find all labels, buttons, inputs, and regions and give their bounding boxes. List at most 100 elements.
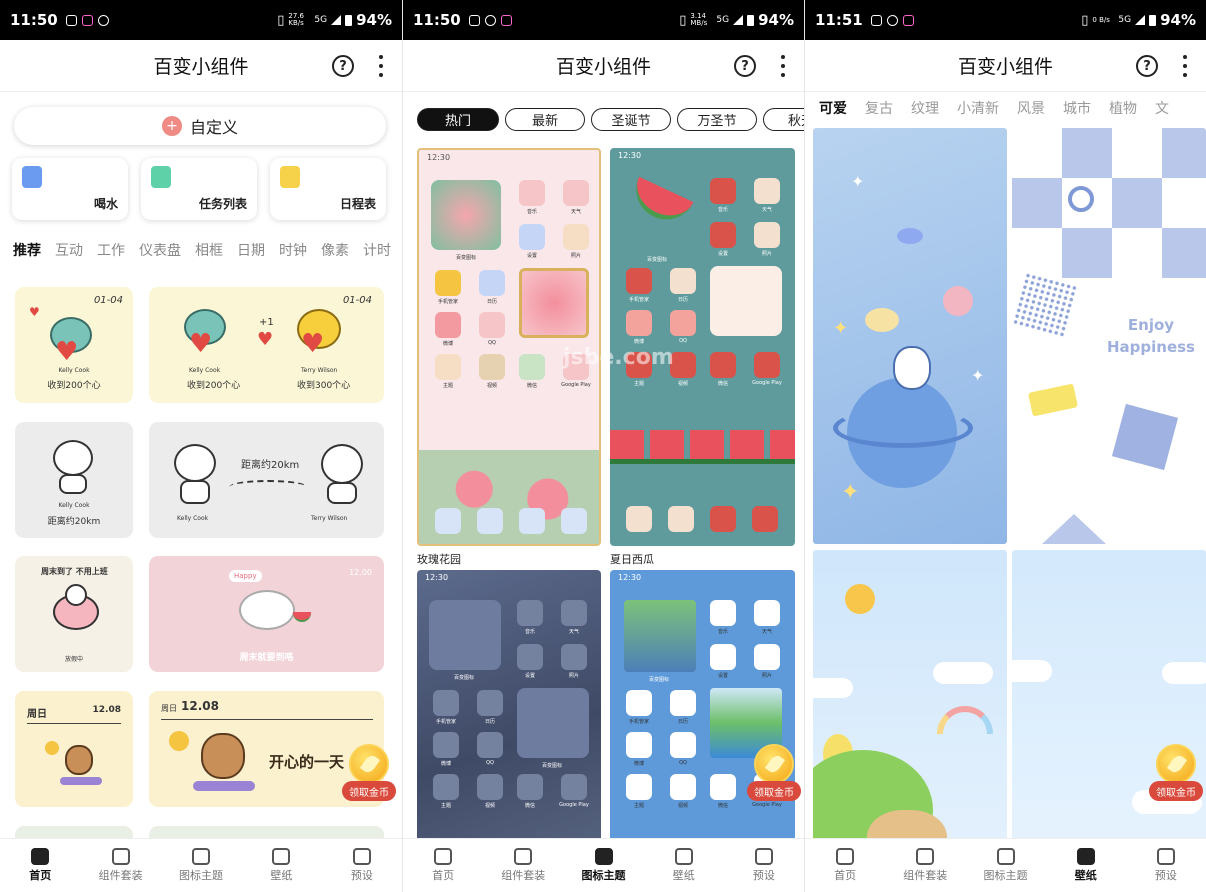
widget-distance-small[interactable]: Kelly Cook 距离约20km (15, 422, 133, 538)
tab-date[interactable]: 日期 (237, 240, 265, 268)
tab-plants[interactable]: 植物 (1109, 98, 1137, 118)
music-app-icon (519, 180, 545, 206)
divider (27, 723, 121, 724)
tab-clock[interactable]: 时钟 (279, 240, 307, 268)
icon-label: 照片 (761, 251, 772, 257)
tab-interactive[interactable]: 互动 (55, 240, 83, 268)
nav-icon-themes[interactable]: 图标主题 (965, 839, 1045, 892)
widget-heart-double[interactable]: 01-04 ♥ +1 ♥ ♥ Kelly Cook 收到200个心 Terry … (149, 287, 384, 403)
tab-recommend[interactable]: 推荐 (13, 240, 41, 268)
nav-wallpaper[interactable]: 壁纸 (1046, 839, 1126, 892)
quick-card-water[interactable]: 喝水 (12, 158, 128, 220)
nav-presets[interactable]: 预设 (1126, 839, 1206, 892)
claim-coins-button[interactable]: 领取金币 (747, 744, 801, 802)
more-vert-icon[interactable] (1182, 55, 1188, 77)
wallpaper-sunny-sky[interactable] (813, 550, 1007, 850)
nav-home[interactable]: 首页 (0, 839, 80, 892)
nav-home[interactable]: 首页 (805, 839, 885, 892)
widget-weekend[interactable]: 周末到了 不用上班 放假中 (15, 556, 133, 672)
nav-widget-kits[interactable]: 组件套装 (80, 839, 160, 892)
widget-bear-small[interactable]: 周日 12.08 (15, 691, 133, 807)
claim-coins-button[interactable]: 领取金币 (1149, 744, 1203, 802)
crane-widget (624, 600, 696, 672)
net-speed: 27.6 KB/s (288, 12, 304, 27)
tab-text[interactable]: 文 (1155, 98, 1169, 118)
chip-halloween[interactable]: 万圣节 (677, 108, 757, 131)
icon-label: 微信 (526, 383, 537, 389)
more-vert-icon[interactable] (378, 55, 384, 77)
screen-icon-themes: 11:50 ▯ 3.14 MB/s 5G 94% 百变小组件 ? 热门 最新 圣… (402, 0, 804, 892)
help-circle-icon[interactable]: ? (734, 55, 756, 77)
nav-icon-themes[interactable]: 图标主题 (161, 839, 241, 892)
widget-label: 百变图标 (455, 255, 476, 261)
home-icon (31, 848, 50, 865)
nav-wallpaper[interactable]: 壁纸 (644, 839, 724, 892)
tab-scenery[interactable]: 风景 (1017, 98, 1045, 118)
wallpaper-space[interactable]: ✦ ✦ ✦ ✦ (813, 128, 1007, 544)
cloud-icon (933, 662, 993, 684)
coin-icon (754, 744, 794, 784)
home-icon (836, 848, 855, 865)
quick-card-label: 任务列表 (198, 197, 247, 211)
nav-home[interactable]: 首页 (403, 839, 483, 892)
tab-retro[interactable]: 复古 (865, 98, 893, 118)
widget-kit-icon (111, 848, 130, 865)
nav-widget-kits[interactable]: 组件套装 (483, 839, 563, 892)
theme-card-blue-landscape[interactable]: 12:30 百变图标 音乐 天气 设置 照片 手机管家 日历 微博 QQ 主题 … (610, 570, 795, 850)
help-circle-icon[interactable]: ? (332, 55, 354, 77)
settings-app-icon (519, 224, 545, 250)
icon-label: 手机管家 (435, 719, 456, 725)
sun-icon (169, 731, 189, 751)
avatar (65, 584, 87, 606)
tab-fresh[interactable]: 小清新 (957, 98, 999, 118)
preset-icon (754, 848, 773, 865)
tab-dashboard[interactable]: 仪表盘 (139, 240, 181, 268)
more-vert-icon[interactable] (780, 55, 786, 77)
signal-icon (733, 15, 744, 25)
tab-frame[interactable]: 相框 (195, 240, 223, 268)
tab-texture[interactable]: 纹理 (911, 98, 939, 118)
tab-city[interactable]: 城市 (1063, 98, 1091, 118)
bear-illustration (201, 733, 245, 779)
nav-presets[interactable]: 预设 (724, 839, 804, 892)
phone-manager-app-icon (626, 690, 652, 716)
wechat-app-icon (710, 352, 736, 378)
widget-distance-double[interactable]: 距离约20km Kelly Cook Terry Wilson (149, 422, 384, 538)
chip-autumn[interactable]: 秋天 (763, 108, 804, 131)
nav-icon-themes[interactable]: 图标主题 (563, 839, 643, 892)
widget-label: 百变图标 (541, 763, 562, 769)
nav-presets[interactable]: 预设 (322, 839, 402, 892)
tab-pixel[interactable]: 像素 (321, 240, 349, 268)
widget-happy-weekend[interactable]: Happy 12.00 周末就要到咯 (149, 556, 384, 672)
video-app-icon (477, 774, 503, 800)
heart-icon: ♥ (301, 329, 325, 359)
calendar-app-icon (670, 690, 696, 716)
signal-icon (1135, 15, 1146, 25)
quick-card-schedule[interactable]: 日程表 (270, 158, 386, 220)
wallpaper-cloud-sky[interactable] (1012, 550, 1206, 850)
custom-widget-button[interactable]: + 自定义 (14, 107, 386, 145)
icon-label: QQ (486, 760, 494, 766)
widget-heart-small[interactable]: 01-04 ♥ ♥ Kelly Cook 收到200个心 (15, 287, 133, 403)
theme-card-dark-floral[interactable]: 12:30 百变图标 音乐 天气 设置 照片 手机管家 日历 百变图标 微博 Q… (417, 570, 601, 850)
heart-icon: ♥ (189, 329, 213, 359)
tab-cute[interactable]: 可爱 (819, 98, 847, 118)
weather-app-icon (754, 178, 780, 204)
wallpaper-checker[interactable]: Enjoy Happiness (1012, 128, 1206, 544)
wechat-app-icon (519, 354, 545, 380)
help-circle-icon[interactable]: ? (1136, 55, 1158, 77)
nav-widget-kits[interactable]: 组件套装 (885, 839, 965, 892)
claim-coins-button[interactable]: 领取金币 (342, 744, 396, 802)
weibo-app-icon (626, 310, 652, 336)
rose-frame-widget (519, 268, 589, 338)
status-bar: 11:50 ▯ 3.14 MB/s 5G 94% (403, 0, 804, 40)
nav-wallpaper[interactable]: 壁纸 (241, 839, 321, 892)
chip-christmas[interactable]: 圣诞节 (591, 108, 671, 131)
notification-icon (886, 14, 898, 26)
tab-timer[interactable]: 计时 (363, 240, 391, 268)
chip-hot[interactable]: 热门 (417, 108, 499, 131)
quick-card-tasks[interactable]: 任务列表 (141, 158, 257, 220)
nav-label: 图标主题 (983, 869, 1028, 882)
tab-work[interactable]: 工作 (97, 240, 125, 268)
chip-latest[interactable]: 最新 (505, 108, 585, 131)
